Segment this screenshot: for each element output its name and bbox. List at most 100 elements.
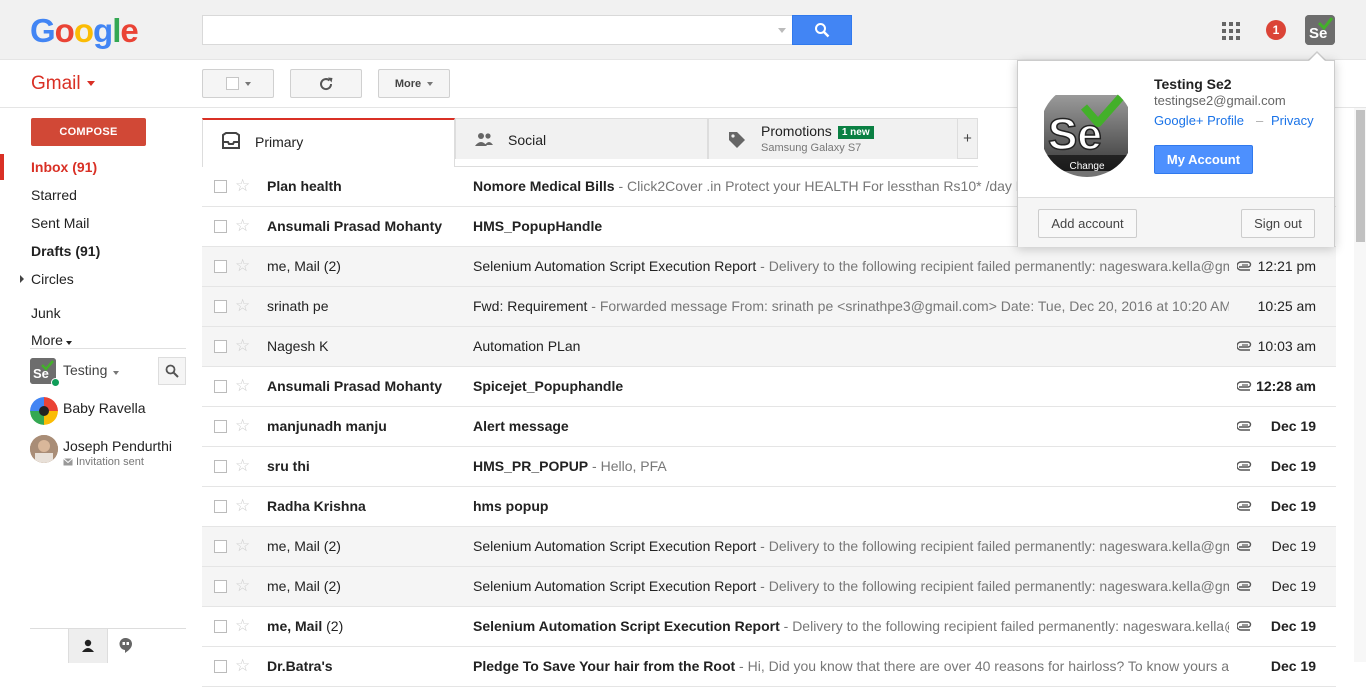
sidebar-item-circles[interactable]: Circles (0, 266, 186, 292)
chat-contact[interactable]: Joseph Pendurthi Invitation sent (30, 435, 190, 469)
email-row[interactable]: ☆ srinath pe Fwd: Requirement - Forwarded … (202, 287, 1336, 327)
logo-letter: g (93, 12, 113, 49)
thread-count: (2) (319, 258, 341, 274)
contacts-tab[interactable] (68, 629, 108, 663)
expand-arrow-icon[interactable] (20, 275, 24, 283)
search-options-caret-icon[interactable] (778, 28, 786, 33)
star-icon[interactable]: ☆ (235, 576, 250, 596)
sidebar-item-sent-mail[interactable]: Sent Mail (0, 210, 186, 236)
sidebar-item-junk[interactable]: Junk (0, 300, 186, 326)
email-snippet: - Delivery to the following recipient fa… (760, 258, 1229, 274)
tab-label: Social (508, 132, 547, 148)
email-date: Dec 19 (1271, 578, 1316, 594)
attachment-icon (1237, 261, 1252, 271)
hangouts-tab[interactable] (106, 629, 146, 663)
chat-search-button[interactable] (158, 357, 186, 385)
email-row[interactable]: ☆ me, Mail (2) Selenium Automation Script … (202, 567, 1336, 607)
email-row[interactable]: ☆ me, Mail (2) Selenium Automation Script … (202, 527, 1336, 567)
tab-label: Primary (255, 134, 304, 150)
row-checkbox[interactable] (214, 340, 227, 353)
tab-primary[interactable]: Primary (202, 118, 455, 167)
email-row[interactable]: ☆ me, Mail (2) Selenium Automation Script … (202, 247, 1336, 287)
row-checkbox[interactable] (214, 300, 227, 313)
search-button[interactable] (792, 15, 852, 45)
email-subject: Selenium Automation Script Execution Rep… (473, 618, 780, 634)
tab-social[interactable]: Social (455, 118, 708, 159)
sign-out-button[interactable]: Sign out (1241, 209, 1315, 238)
row-checkbox[interactable] (214, 220, 227, 233)
sidebar: COMPOSE Inbox (91) Starred Sent Mail Drafts… (0, 108, 200, 663)
sidebar-item-starred[interactable]: Starred (0, 182, 186, 208)
row-checkbox[interactable] (214, 260, 227, 273)
popup-pointer-inner (1309, 53, 1325, 61)
sidebar-item-drafts[interactable]: Drafts (91) (0, 238, 186, 264)
apps-grid-icon[interactable] (1222, 22, 1240, 40)
add-account-button[interactable]: Add account (1038, 209, 1137, 238)
select-all-checkbox[interactable] (225, 77, 239, 90)
email-row[interactable]: ☆ sru thi HMS_PR_POPUP - Hello, PFA Dec 19 (202, 447, 1336, 487)
email-row[interactable]: ☆ me, Mail (2) Selenium Automation Script … (202, 607, 1336, 647)
account-photo[interactable]: Se Change (1040, 83, 1134, 177)
star-icon[interactable]: ☆ (235, 376, 250, 396)
row-checkbox[interactable] (214, 180, 227, 193)
account-popup: Se Change Testing Se2 testingse2@gmail.c… (1017, 60, 1335, 247)
email-row[interactable]: ☆ Radha Krishna hms popup Dec 19 (202, 487, 1336, 527)
email-row[interactable]: ☆ Nagesh K Automation PLan 10:03 am (202, 327, 1336, 367)
inbox-tabs: Primary Social Promotions 1 new Samsung G… (202, 118, 978, 167)
star-icon[interactable]: ☆ (235, 456, 250, 476)
sidebar-item-label: Starred (31, 187, 77, 203)
avatar (30, 435, 58, 463)
row-checkbox[interactable] (214, 420, 227, 433)
privacy-link[interactable]: Privacy (1271, 113, 1314, 128)
add-tab-button[interactable]: + (957, 118, 978, 159)
sidebar-item-label: More (31, 332, 63, 348)
google-plus-profile-link[interactable]: Google+ Profile (1154, 113, 1244, 128)
star-icon[interactable]: ☆ (235, 536, 250, 556)
email-subject-line: Spicejet_Popuphandle (473, 378, 1229, 394)
refresh-button[interactable] (290, 69, 362, 98)
select-checkbox-button[interactable] (202, 69, 274, 98)
row-checkbox[interactable] (214, 380, 227, 393)
star-icon[interactable]: ☆ (235, 656, 250, 676)
email-date: 10:03 am (1257, 338, 1316, 354)
notification-badge[interactable]: 1 (1266, 20, 1286, 40)
row-checkbox[interactable] (214, 540, 227, 553)
star-icon[interactable]: ☆ (235, 296, 250, 316)
row-checkbox[interactable] (214, 460, 227, 473)
sidebar-item-inbox[interactable]: Inbox (91) (0, 154, 186, 180)
row-checkbox[interactable] (214, 620, 227, 633)
star-icon[interactable]: ☆ (235, 616, 250, 636)
email-snippet: - Delivery to the following recipient fa… (783, 618, 1229, 634)
search-input[interactable] (202, 15, 792, 45)
email-row[interactable]: ☆ manjunadh manju Alert message Dec 19 (202, 407, 1336, 447)
attachment-icon (1237, 381, 1252, 391)
email-subject-line: Selenium Automation Script Execution Rep… (473, 618, 1229, 634)
star-icon[interactable]: ☆ (235, 416, 250, 436)
my-account-button[interactable]: My Account (1154, 145, 1253, 174)
sidebar-item-more[interactable]: More (0, 327, 186, 353)
star-icon[interactable]: ☆ (235, 216, 250, 236)
chevron-down-icon (427, 81, 434, 86)
chat-contact[interactable]: Baby Ravella (30, 397, 190, 431)
google-logo[interactable]: Google (30, 12, 139, 50)
star-icon[interactable]: ☆ (235, 496, 250, 516)
compose-button[interactable]: COMPOSE (31, 118, 146, 146)
email-date: Dec 19 (1270, 498, 1316, 514)
account-avatar[interactable]: Se (1305, 15, 1335, 45)
email-row[interactable]: ☆ Dr.Batra's Pledge To Save Your hair from… (202, 647, 1336, 687)
star-icon[interactable]: ☆ (235, 256, 250, 276)
scrollbar-thumb[interactable] (1356, 110, 1365, 242)
people-icon (475, 133, 493, 146)
row-checkbox[interactable] (214, 500, 227, 513)
star-icon[interactable]: ☆ (235, 336, 250, 356)
row-checkbox[interactable] (214, 580, 227, 593)
email-subject-line: HMS_PR_POPUP - Hello, PFA (473, 458, 1229, 474)
email-row[interactable]: ☆ Ansumali Prasad Mohanty Spicejet_Popupha… (202, 367, 1336, 407)
email-subject: Selenium Automation Script Execution Rep… (473, 258, 757, 274)
email-sender: Dr.Batra's (267, 658, 333, 674)
tab-promotions[interactable]: Promotions 1 new Samsung Galaxy S7 (708, 118, 959, 159)
gmail-menu[interactable]: Gmail (31, 73, 95, 95)
star-icon[interactable]: ☆ (235, 176, 250, 196)
more-actions-button[interactable]: More (378, 69, 450, 98)
email-subject: Automation PLan (473, 338, 581, 354)
